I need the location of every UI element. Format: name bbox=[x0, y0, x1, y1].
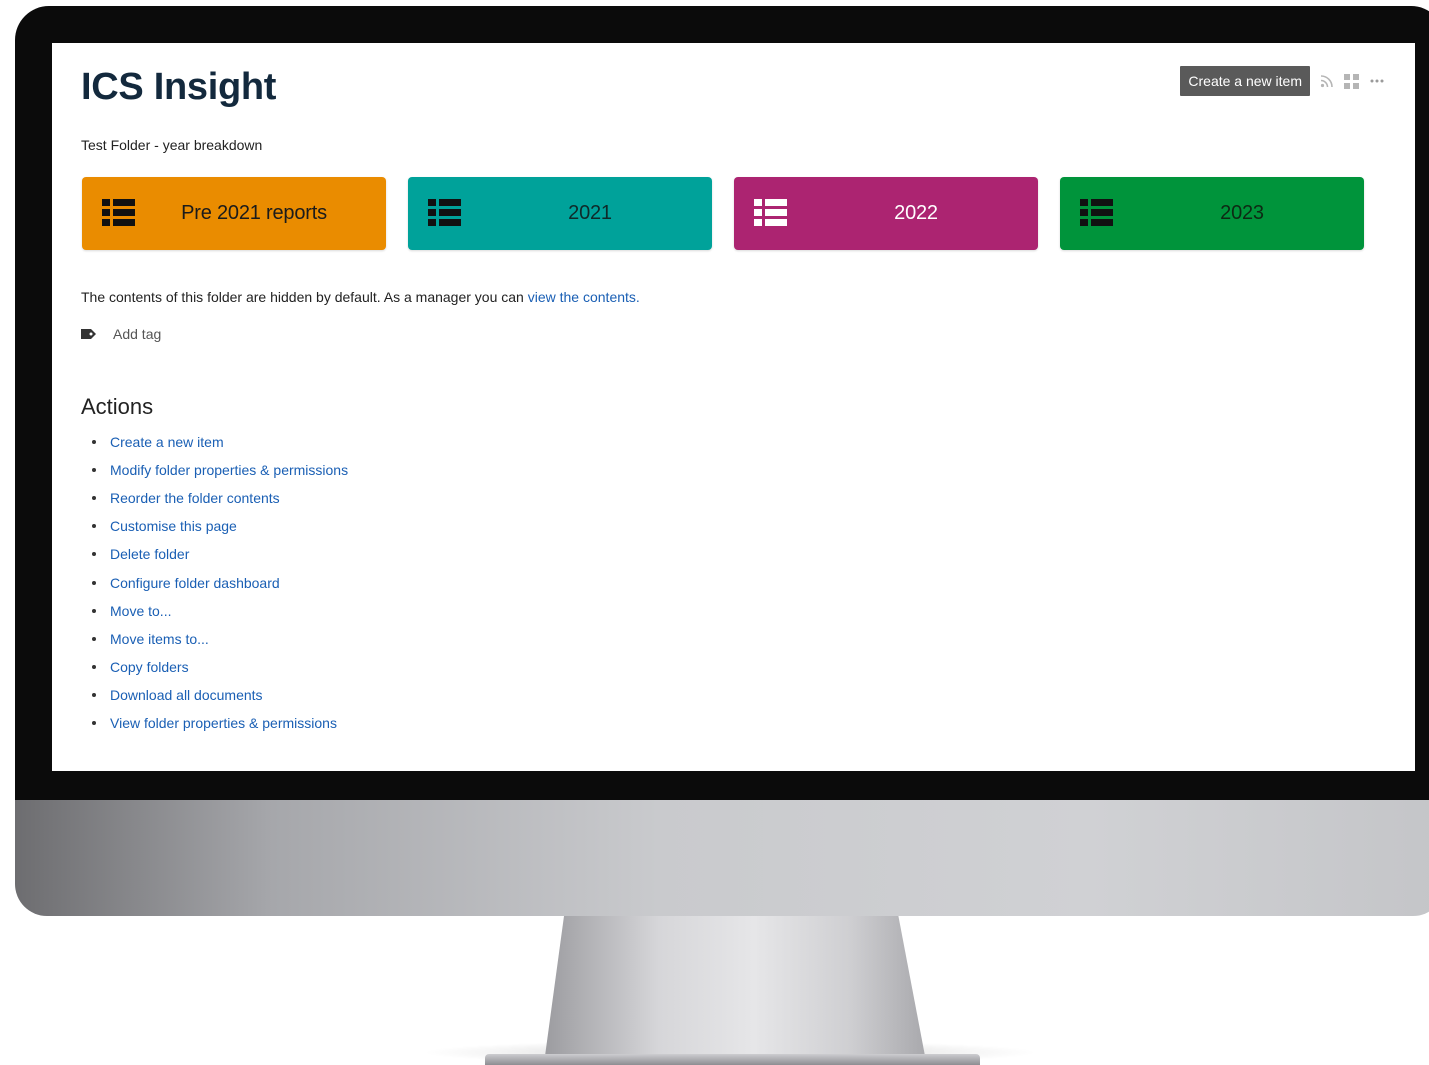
list-item: Download all documents bbox=[92, 681, 348, 709]
hidden-contents-notice: The contents of this folder are hidden b… bbox=[81, 289, 640, 305]
tile-pre-2021-reports[interactable]: Pre 2021 reports bbox=[82, 177, 386, 250]
add-tag-row[interactable]: Add tag bbox=[81, 326, 161, 342]
tile-2021[interactable]: 2021 bbox=[408, 177, 712, 250]
list-icon bbox=[1080, 199, 1113, 231]
tile-label: 2022 bbox=[894, 202, 938, 224]
bullet bbox=[92, 496, 96, 501]
bullet bbox=[92, 664, 96, 669]
monitor-stand-base bbox=[485, 1054, 980, 1065]
action-customise-page-link[interactable]: Customise this page bbox=[110, 518, 237, 534]
tile-label: 2023 bbox=[1220, 202, 1264, 224]
monitor-screen: ICS Insight Test Folder - year breakdown… bbox=[52, 43, 1415, 771]
list-item: Customise this page bbox=[92, 512, 348, 540]
actions-list: Create a new item Modify folder properti… bbox=[92, 428, 348, 737]
list-icon bbox=[754, 199, 787, 231]
folder-tiles: Pre 2021 reports 2021 2022 2023 bbox=[82, 177, 1364, 250]
monitor-chin bbox=[15, 800, 1429, 916]
bullet bbox=[92, 468, 96, 473]
action-move-items-link[interactable]: Move items to... bbox=[110, 631, 209, 647]
monitor-stand bbox=[545, 916, 925, 1056]
action-create-new-item-link[interactable]: Create a new item bbox=[110, 434, 224, 450]
bullet bbox=[92, 580, 96, 585]
list-item: Copy folders bbox=[92, 653, 348, 681]
create-new-item-button[interactable]: Create a new item bbox=[1180, 66, 1310, 96]
action-copy-folders-link[interactable]: Copy folders bbox=[110, 659, 189, 675]
list-item: Move to... bbox=[92, 597, 348, 625]
page-subtitle: Test Folder - year breakdown bbox=[81, 137, 263, 153]
action-download-documents-link[interactable]: Download all documents bbox=[110, 687, 263, 703]
bullet bbox=[92, 608, 96, 613]
tag-icon bbox=[81, 326, 97, 342]
add-tag-label: Add tag bbox=[113, 326, 162, 342]
bullet bbox=[92, 636, 96, 641]
tile-label: 2021 bbox=[568, 202, 612, 224]
action-configure-dashboard-link[interactable]: Configure folder dashboard bbox=[110, 575, 280, 591]
list-item: Configure folder dashboard bbox=[92, 568, 348, 596]
bullet bbox=[92, 692, 96, 697]
tile-2022[interactable]: 2022 bbox=[734, 177, 1038, 250]
bullet bbox=[92, 720, 96, 725]
list-item: Delete folder bbox=[92, 540, 348, 568]
tile-2023[interactable]: 2023 bbox=[1060, 177, 1364, 250]
view-contents-link[interactable]: view the contents. bbox=[528, 289, 640, 305]
action-reorder-contents-link[interactable]: Reorder the folder contents bbox=[110, 490, 280, 506]
action-modify-properties-link[interactable]: Modify folder properties & permissions bbox=[110, 462, 348, 478]
bullet bbox=[92, 552, 96, 557]
list-item: Create a new item bbox=[92, 428, 348, 456]
page-title: ICS Insight bbox=[81, 66, 277, 108]
bullet bbox=[92, 524, 96, 529]
action-move-to-link[interactable]: Move to... bbox=[110, 603, 171, 619]
tile-label: Pre 2021 reports bbox=[181, 202, 327, 224]
bullet bbox=[92, 440, 96, 445]
toolbar: Create a new item bbox=[1180, 66, 1385, 96]
list-item: View folder properties & permissions bbox=[92, 709, 348, 737]
rss-icon[interactable] bbox=[1320, 74, 1334, 88]
list-item: Move items to... bbox=[92, 625, 348, 653]
action-delete-folder-link[interactable]: Delete folder bbox=[110, 546, 189, 562]
actions-heading: Actions bbox=[81, 394, 154, 419]
list-icon bbox=[428, 199, 461, 231]
more-icon[interactable] bbox=[1369, 78, 1385, 84]
list-item: Reorder the folder contents bbox=[92, 484, 348, 512]
action-view-properties-link[interactable]: View folder properties & permissions bbox=[110, 715, 337, 731]
list-item: Modify folder properties & permissions bbox=[92, 456, 348, 484]
notice-text: The contents of this folder are hidden b… bbox=[81, 289, 528, 305]
grid-view-icon[interactable] bbox=[1344, 73, 1359, 89]
